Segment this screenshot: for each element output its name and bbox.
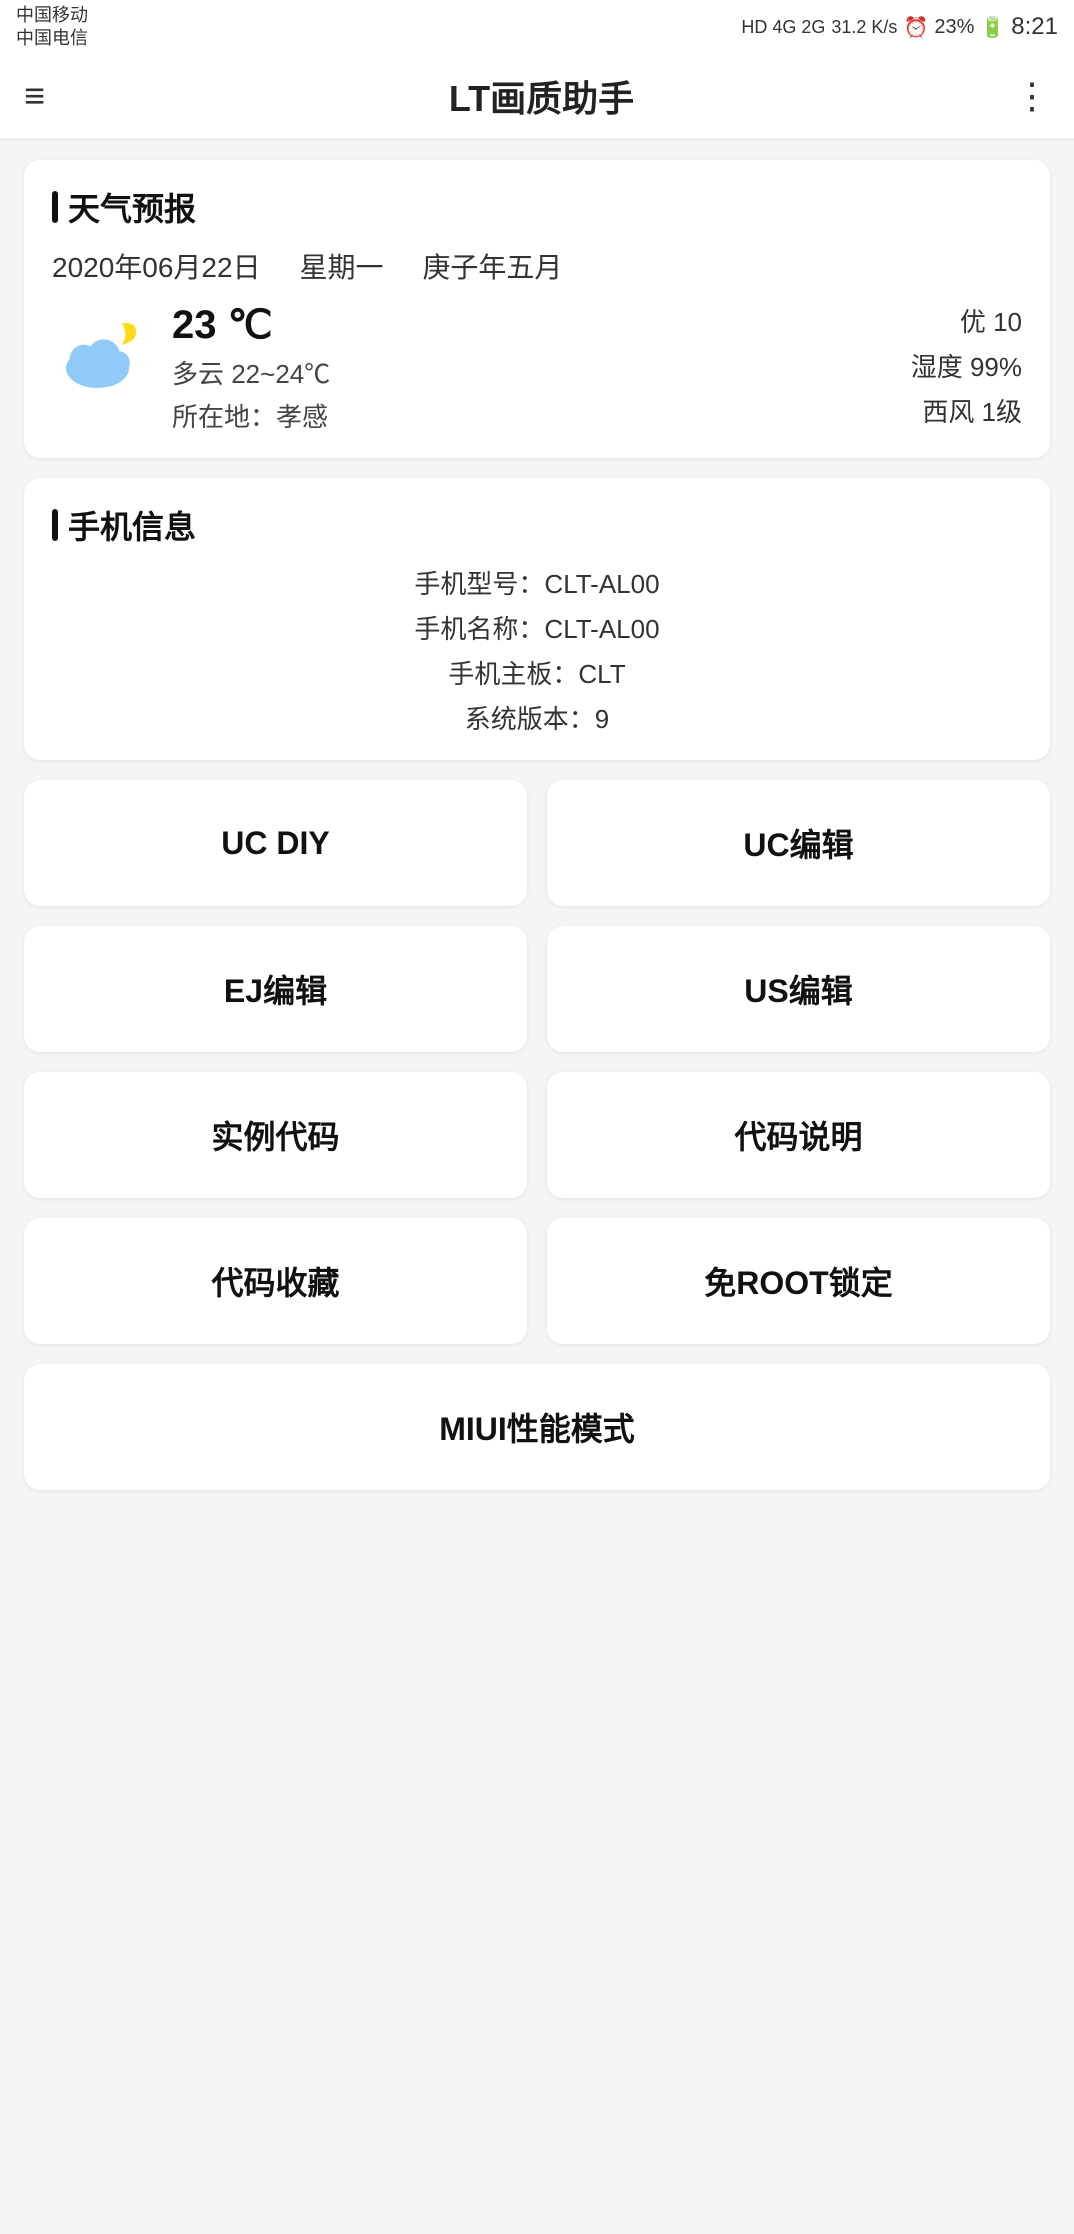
weather-details-right: 优 10 湿度 99% 西风 1级 bbox=[911, 302, 1022, 429]
weather-main-section: 23 ℃ 多云 22~24℃ 所在地：孝感 优 10 湿度 99% 西风 1级 bbox=[52, 302, 1022, 434]
action-buttons-grid: UC DIYUC编辑EJ编辑US编辑实例代码代码说明代码收藏免ROOT锁定 MIU… bbox=[24, 780, 1050, 1490]
weather-cloud-moon-icon bbox=[57, 307, 147, 397]
weather-humidity: 湿度 99% bbox=[911, 347, 1022, 384]
carrier2-label: 中国电信 bbox=[16, 27, 88, 50]
code-bookmark-button[interactable]: 代码收藏 bbox=[24, 1218, 527, 1344]
ej-edit-button[interactable]: EJ编辑 bbox=[24, 926, 527, 1052]
alarm-icon: ⏰ bbox=[903, 15, 928, 40]
us-edit-button[interactable]: US编辑 bbox=[547, 926, 1050, 1052]
weather-title: 天气预报 bbox=[52, 184, 1022, 230]
battery-icon: 🔋 bbox=[980, 15, 1005, 40]
speed-info: 31.2 K/s bbox=[831, 17, 897, 38]
main-content: 天气预报 2020年06月22日 星期一 庚子年五月 bbox=[0, 140, 1074, 1510]
phone-name: 手机名称：CLT-AL00 bbox=[52, 609, 1022, 646]
weather-date-row: 2020年06月22日 星期一 庚子年五月 bbox=[52, 246, 1022, 286]
battery-label: 23% bbox=[934, 16, 974, 39]
weather-location: 所在地：孝感 bbox=[172, 397, 891, 434]
weather-details-left: 23 ℃ 多云 22~24℃ 所在地：孝感 bbox=[172, 302, 891, 434]
code-desc-button[interactable]: 代码说明 bbox=[547, 1072, 1050, 1198]
weather-wind: 西风 1级 bbox=[911, 392, 1022, 429]
phone-model: 手机型号：CLT-AL00 bbox=[52, 564, 1022, 601]
carrier-info: 中国移动 中国电信 bbox=[16, 4, 88, 51]
weather-card: 天气预报 2020年06月22日 星期一 庚子年五月 bbox=[24, 160, 1050, 458]
phone-board: 手机主板：CLT bbox=[52, 654, 1022, 691]
weather-lunar: 庚子年五月 bbox=[422, 252, 562, 283]
carrier1-label: 中国移动 bbox=[16, 4, 88, 27]
weather-air-quality: 优 10 bbox=[911, 302, 1022, 339]
menu-button[interactable]: ≡ bbox=[24, 78, 45, 114]
miui-performance-button[interactable]: MIUI性能模式 bbox=[24, 1364, 1050, 1490]
weather-icon-container bbox=[52, 302, 152, 402]
uc-diy-button[interactable]: UC DIY bbox=[24, 780, 527, 906]
more-options-button[interactable]: ⋮ bbox=[1014, 75, 1050, 117]
status-bar-right: HD 4G 2G 31.2 K/s ⏰ 23% 🔋 8:21 bbox=[741, 13, 1058, 41]
weather-date: 2020年06月22日 bbox=[52, 252, 261, 283]
weather-temperature: 23 ℃ bbox=[172, 302, 891, 348]
phone-info-card: 手机信息 手机型号：CLT-AL00 手机名称：CLT-AL00 手机主板：CL… bbox=[24, 478, 1050, 760]
app-title: LT画质助手 bbox=[69, 70, 1014, 122]
uc-edit-button[interactable]: UC编辑 bbox=[547, 780, 1050, 906]
time-label: 8:21 bbox=[1011, 13, 1058, 41]
no-root-lock-button[interactable]: 免ROOT锁定 bbox=[547, 1218, 1050, 1344]
weather-description: 多云 22~24℃ bbox=[172, 354, 891, 391]
status-bar: 中国移动 中国电信 HD 4G 2G 31.2 K/s ⏰ 23% 🔋 8:21 bbox=[0, 0, 1074, 52]
phone-system-version: 系统版本：9 bbox=[52, 699, 1022, 736]
network-info: HD 4G 2G bbox=[741, 17, 825, 38]
phone-info-title: 手机信息 bbox=[52, 502, 1022, 548]
example-code-button[interactable]: 实例代码 bbox=[24, 1072, 527, 1198]
phone-info-list: 手机型号：CLT-AL00 手机名称：CLT-AL00 手机主板：CLT 系统版… bbox=[52, 564, 1022, 736]
weather-weekday: 星期一 bbox=[300, 252, 384, 283]
app-bar: ≡ LT画质助手 ⋮ bbox=[0, 52, 1074, 140]
